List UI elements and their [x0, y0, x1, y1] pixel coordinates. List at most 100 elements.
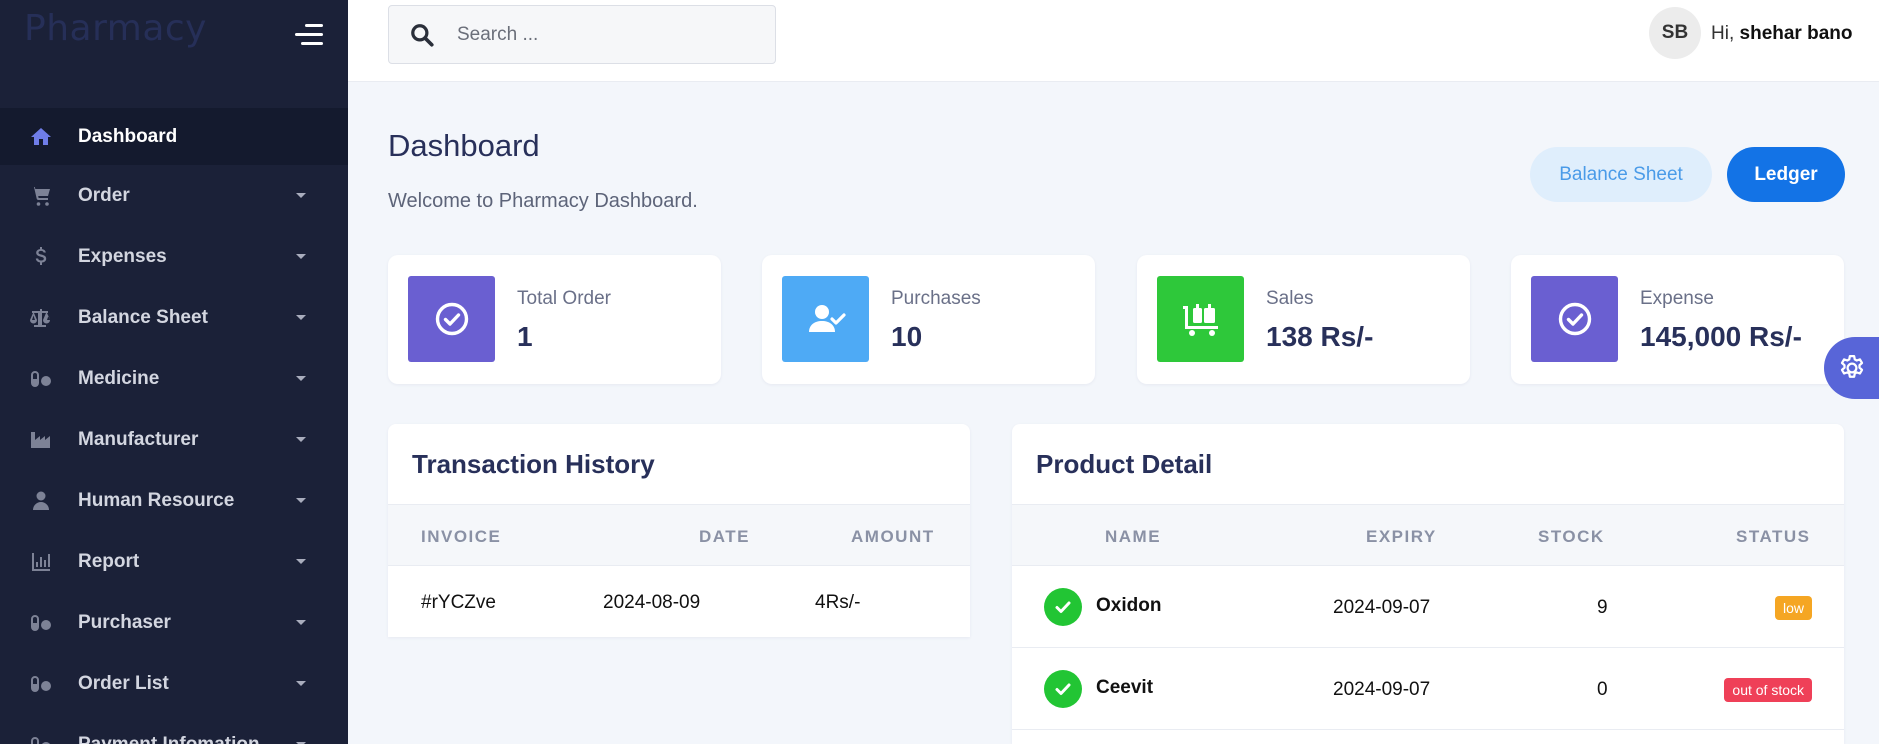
column-header-invoice[interactable]: Invoice	[421, 527, 501, 547]
greeting-prefix: Hi,	[1711, 23, 1735, 44]
sidebar-item-expenses[interactable]: Expenses	[0, 226, 348, 287]
sidebar-item-label: Order	[78, 184, 130, 206]
check-circle-icon	[408, 276, 495, 362]
search-box	[388, 5, 776, 64]
sidebar-nav: Dashboard Order Expenses Balance Sheet M…	[0, 108, 348, 744]
check-circle-icon	[1044, 588, 1082, 626]
pills-icon	[28, 671, 54, 697]
settings-gear-button[interactable]	[1824, 337, 1879, 399]
sidebar-item-label: Report	[78, 550, 140, 572]
sidebar-item-label: Dashboard	[78, 125, 178, 147]
row-divider	[1012, 729, 1844, 730]
sidebar-item-label: Balance Sheet	[78, 306, 208, 328]
pills-icon	[28, 366, 54, 392]
status-badge: out of stock	[1724, 678, 1812, 702]
stat-value: 145,000 Rs/-	[1640, 321, 1802, 352]
sidebar-item-human-resource[interactable]: Human Resource	[0, 470, 348, 531]
date-cell: 2024-08-09	[603, 592, 701, 613]
user-check-icon	[782, 276, 869, 362]
stock-cell: 0	[1597, 679, 1608, 700]
stock-cell: 9	[1597, 597, 1608, 618]
chevron-down-icon	[296, 375, 306, 381]
stat-card-expense: Expense 145,000 Rs/-	[1511, 255, 1844, 384]
check-circle-icon	[1044, 670, 1082, 708]
status-badge: low	[1774, 596, 1812, 620]
product-name: Oxidon	[1096, 595, 1162, 616]
stat-card-sales: Sales 138 Rs/-	[1137, 255, 1470, 384]
topbar: SB Hi, shehar bano	[348, 0, 1879, 82]
chevron-down-icon	[296, 680, 306, 686]
sidebar-item-purchaser[interactable]: Purchaser	[0, 592, 348, 653]
chevron-down-icon	[296, 314, 306, 320]
sidebar-item-order-list[interactable]: Order List	[0, 653, 348, 714]
sidebar-item-dashboard[interactable]: Dashboard	[0, 108, 348, 165]
sidebar-item-label: Human Resource	[78, 489, 235, 511]
amount-cell: 4Rs/-	[815, 592, 861, 613]
column-header-amount[interactable]: Amount	[851, 527, 935, 547]
panel-title: Product Detail	[1036, 449, 1213, 479]
sidebar-item-order[interactable]: Order	[0, 165, 348, 226]
sidebar-item-report[interactable]: Report	[0, 531, 348, 592]
sidebar-item-label: Medicine	[78, 367, 160, 389]
menu-toggle-icon[interactable]	[295, 24, 323, 46]
expiry-cell: 2024-09-07	[1333, 679, 1431, 700]
product-detail-panel: Product Detail Name Expiry Stock Status …	[1012, 424, 1844, 744]
stat-value: 138 Rs/-	[1266, 321, 1374, 352]
chart-icon	[28, 549, 54, 575]
pills-icon	[28, 732, 54, 744]
invoice-cell: #rYCZve	[421, 592, 496, 613]
search-icon[interactable]	[409, 22, 435, 48]
stat-card-purchases: Purchases 10	[762, 255, 1095, 384]
user-icon	[28, 488, 54, 514]
user-name: shehar bano	[1739, 23, 1853, 44]
chevron-down-icon	[296, 619, 306, 625]
stat-label: Purchases	[891, 288, 981, 309]
avatar[interactable]: SB	[1649, 7, 1701, 59]
brand-logo[interactable]: Pharmacy	[24, 8, 207, 49]
balance-sheet-button[interactable]: Balance Sheet	[1530, 147, 1712, 202]
stat-card-total-order: Total Order 1	[388, 255, 721, 384]
stat-label: Total Order	[517, 288, 611, 309]
search-input[interactable]	[457, 23, 757, 46]
ledger-button[interactable]: Ledger	[1727, 147, 1845, 202]
stat-value: 1	[517, 321, 533, 352]
column-header-expiry[interactable]: Expiry	[1366, 527, 1437, 547]
sidebar-item-label: Purchaser	[78, 611, 171, 633]
chevron-down-icon	[296, 436, 306, 442]
table-header: Invoice Date Amount	[388, 504, 970, 566]
cart-icon	[28, 183, 54, 209]
gear-icon	[1840, 355, 1864, 378]
transaction-history-panel: Transaction History Invoice Date Amount …	[388, 424, 970, 637]
column-header-stock[interactable]: Stock	[1538, 527, 1605, 547]
home-icon	[28, 124, 54, 150]
page-title: Dashboard	[388, 128, 540, 163]
column-header-status[interactable]: Status	[1736, 527, 1810, 547]
expiry-cell: 2024-09-07	[1333, 597, 1431, 618]
sidebar-item-label: Order List	[78, 672, 169, 694]
luggage-cart-icon	[1157, 276, 1244, 362]
sidebar: Pharmacy Dashboard Order Expenses Balanc…	[0, 0, 348, 744]
column-header-date[interactable]: Date	[699, 527, 750, 547]
check-circle-icon	[1531, 276, 1618, 362]
scale-icon	[28, 305, 54, 331]
column-header-name[interactable]: Name	[1105, 527, 1161, 547]
sidebar-item-medicine[interactable]: Medicine	[0, 348, 348, 409]
sidebar-item-manufacturer[interactable]: Manufacturer	[0, 409, 348, 470]
pills-icon	[28, 610, 54, 636]
chevron-down-icon	[296, 192, 306, 198]
chevron-down-icon	[296, 253, 306, 259]
sidebar-item-balance-sheet[interactable]: Balance Sheet	[0, 287, 348, 348]
sidebar-item-label: Manufacturer	[78, 428, 199, 450]
chevron-down-icon	[296, 558, 306, 564]
sidebar-item-payment-information[interactable]: Payment Infomation	[0, 714, 348, 744]
chevron-down-icon	[296, 497, 306, 503]
sidebar-item-label: Payment Infomation	[78, 733, 260, 744]
sidebar-item-label: Expenses	[78, 245, 167, 267]
user-greeting[interactable]: Hi, shehar bano	[1711, 23, 1853, 45]
stat-label: Sales	[1266, 288, 1314, 309]
panel-title: Transaction History	[412, 449, 655, 479]
stat-label: Expense	[1640, 288, 1714, 309]
row-divider	[1012, 647, 1844, 648]
dollar-icon	[28, 244, 54, 270]
industry-icon	[28, 427, 54, 453]
